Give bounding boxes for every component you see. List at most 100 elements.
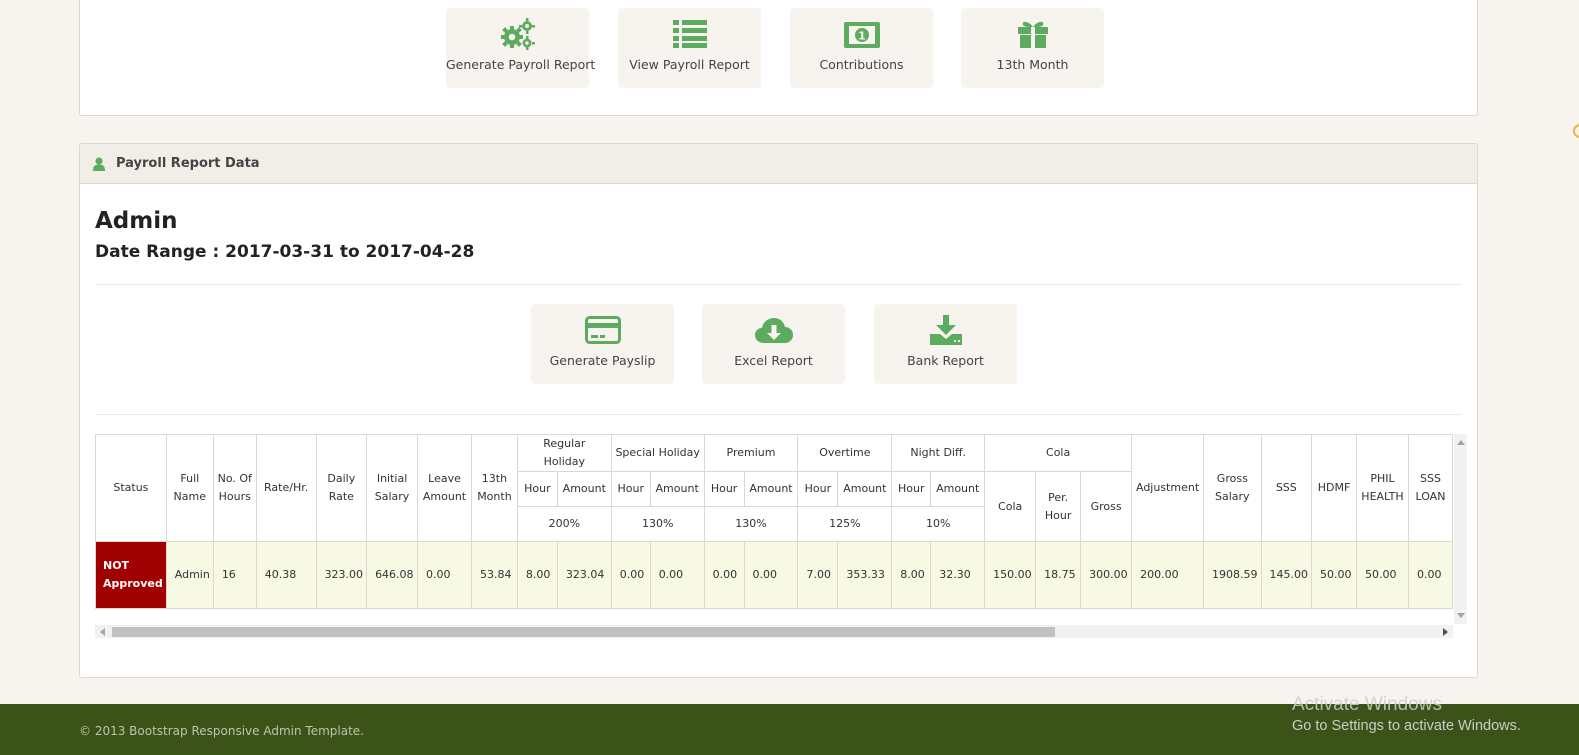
cell-cola-per-hour: 18.75 <box>1035 541 1082 609</box>
divider <box>95 284 1462 285</box>
quick-actions-panel: Generate Payroll Report View Payroll Rep… <box>79 0 1478 116</box>
cell-phil-health: 50.00 <box>1356 541 1409 609</box>
col-phil-health: PHIL HEALTH <box>1356 434 1409 542</box>
col-overtime: Overtime <box>797 434 893 472</box>
watermark-title: Activate Windows <box>1292 694 1442 715</box>
windows-activation-watermark: Activate Windows Go to Settings to activ… <box>1292 694 1521 734</box>
cell-nd-hour: 8.00 <box>891 541 932 609</box>
col-premium: Premium <box>703 434 799 472</box>
rate-regular: 200% <box>516 506 612 542</box>
cell-nd-amount: 32.30 <box>930 541 986 609</box>
generate-payroll-report-label: Generate Payroll Report <box>446 57 596 72</box>
scrollbar-thumb[interactable] <box>112 627 1055 637</box>
cell-prem-hour: 0.00 <box>703 541 745 609</box>
col-hour: Hour <box>797 471 839 507</box>
cell-leave-amount: 0.00 <box>417 541 472 609</box>
col-regular-holiday: Regular Holiday <box>516 434 612 472</box>
cell-sss-loan: 0.00 <box>1407 541 1453 609</box>
col-rate-hr: Rate/Hr. <box>255 434 317 542</box>
divider <box>95 414 1462 415</box>
col-hour: Hour <box>703 471 745 507</box>
col-adjustment: Adjustment <box>1131 434 1205 542</box>
generate-payslip-label: Generate Payslip <box>549 353 656 368</box>
table-row: NOT Approved Admin 16 40.38 323.00 646.0… <box>95 541 1453 609</box>
contributions-button[interactable]: 1 Contributions <box>790 8 933 88</box>
cell-full-name: Admin <box>165 541 214 609</box>
footer-copyright: © 2013 Bootstrap Responsive Admin Templa… <box>79 724 364 738</box>
cell-13th-month: 53.84 <box>470 541 518 609</box>
rate-night: 10% <box>891 506 986 542</box>
cell-rate-hr: 40.38 <box>255 541 317 609</box>
col-hour: Hour <box>610 471 651 507</box>
col-hour: Hour <box>891 471 932 507</box>
cell-spec-amount: 0.00 <box>649 541 705 609</box>
date-range-heading: Date Range : 2017-03-31 to 2017-04-28 <box>95 242 475 262</box>
horizontal-scrollbar[interactable] <box>95 625 1453 638</box>
excel-report-label: Excel Report <box>734 353 813 368</box>
col-amount: Amount <box>649 471 705 507</box>
col-cola: Cola <box>984 434 1133 472</box>
scroll-right-arrow-icon[interactable] <box>1443 628 1448 636</box>
cloud-download-icon <box>702 314 845 346</box>
contributions-label: Contributions <box>819 57 904 72</box>
col-amount: Amount <box>743 471 799 507</box>
col-night-diff: Night Diff. <box>891 434 986 472</box>
cell-spec-hour: 0.00 <box>610 541 651 609</box>
col-gross-salary: Gross Salary <box>1203 434 1262 542</box>
payroll-report-panel: Payroll Report Data Admin Date Range : 2… <box>79 143 1478 678</box>
cell-ot-amount: 353.33 <box>837 541 893 609</box>
cell-adjustment: 200.00 <box>1131 541 1205 609</box>
col-amount: Amount <box>930 471 986 507</box>
col-amount: Amount <box>556 471 612 507</box>
scroll-up-arrow-icon[interactable] <box>1457 440 1465 445</box>
cell-sss: 145.00 <box>1260 541 1313 609</box>
bank-report-label: Bank Report <box>907 353 984 368</box>
payroll-table: Status Full Name No. Of Hours Rate/Hr. D… <box>95 434 1453 609</box>
user-icon <box>93 157 105 171</box>
scroll-left-arrow-icon[interactable] <box>100 628 105 636</box>
generate-payroll-report-button[interactable]: Generate Payroll Report <box>446 8 596 88</box>
panel-title: Payroll Report Data <box>116 156 260 171</box>
panel-header: Payroll Report Data <box>80 144 1477 184</box>
col-hdmf: HDMF <box>1311 434 1358 542</box>
payroll-table-scroll[interactable]: Status Full Name No. Of Hours Rate/Hr. D… <box>95 434 1453 624</box>
employee-name-heading: Admin <box>95 208 178 234</box>
col-sss: SSS <box>1260 434 1313 542</box>
svg-text:1: 1 <box>858 30 866 43</box>
credit-card-icon <box>531 314 674 346</box>
view-payroll-report-button[interactable]: View Payroll Report <box>618 8 761 88</box>
col-amount: Amount <box>837 471 893 507</box>
col-per-hour: Per. Hour <box>1035 471 1082 542</box>
list-icon <box>618 18 761 50</box>
scroll-down-arrow-icon[interactable] <box>1457 613 1465 618</box>
cell-prem-amount: 0.00 <box>743 541 799 609</box>
thirteenth-month-button[interactable]: 13th Month <box>961 8 1104 88</box>
bank-report-button[interactable]: Bank Report <box>874 304 1017 384</box>
cell-gross-salary: 1908.59 <box>1203 541 1262 609</box>
thirteenth-month-label: 13th Month <box>996 57 1069 72</box>
col-cola-sub: Cola <box>984 471 1037 542</box>
rate-premium: 130% <box>703 506 799 542</box>
col-initial-salary: Initial Salary <box>366 434 419 542</box>
cell-reg-hour: 8.00 <box>516 541 558 609</box>
gears-icon <box>446 18 589 50</box>
col-hour: Hour <box>516 471 558 507</box>
col-gross: Gross <box>1080 471 1133 542</box>
gift-icon <box>961 18 1104 50</box>
money-icon: 1 <box>790 18 933 50</box>
rate-special: 130% <box>610 506 705 542</box>
edge-indicator-icon <box>1573 124 1579 138</box>
vertical-scrollbar[interactable] <box>1454 434 1467 624</box>
excel-report-button[interactable]: Excel Report <box>702 304 845 384</box>
col-sss-loan: SSS LOAN <box>1407 434 1453 542</box>
col-daily-rate: Daily Rate <box>315 434 368 542</box>
download-icon <box>874 314 1017 346</box>
cell-initial-salary: 646.08 <box>366 541 419 609</box>
cell-cola-gross: 300.00 <box>1080 541 1133 609</box>
view-payroll-report-label: View Payroll Report <box>629 57 750 72</box>
col-no-of-hours: No. Of Hours <box>212 434 257 542</box>
generate-payslip-button[interactable]: Generate Payslip <box>531 304 674 384</box>
cell-reg-amount: 323.04 <box>556 541 612 609</box>
cell-ot-hour: 7.00 <box>797 541 839 609</box>
col-special-holiday: Special Holiday <box>610 434 705 472</box>
